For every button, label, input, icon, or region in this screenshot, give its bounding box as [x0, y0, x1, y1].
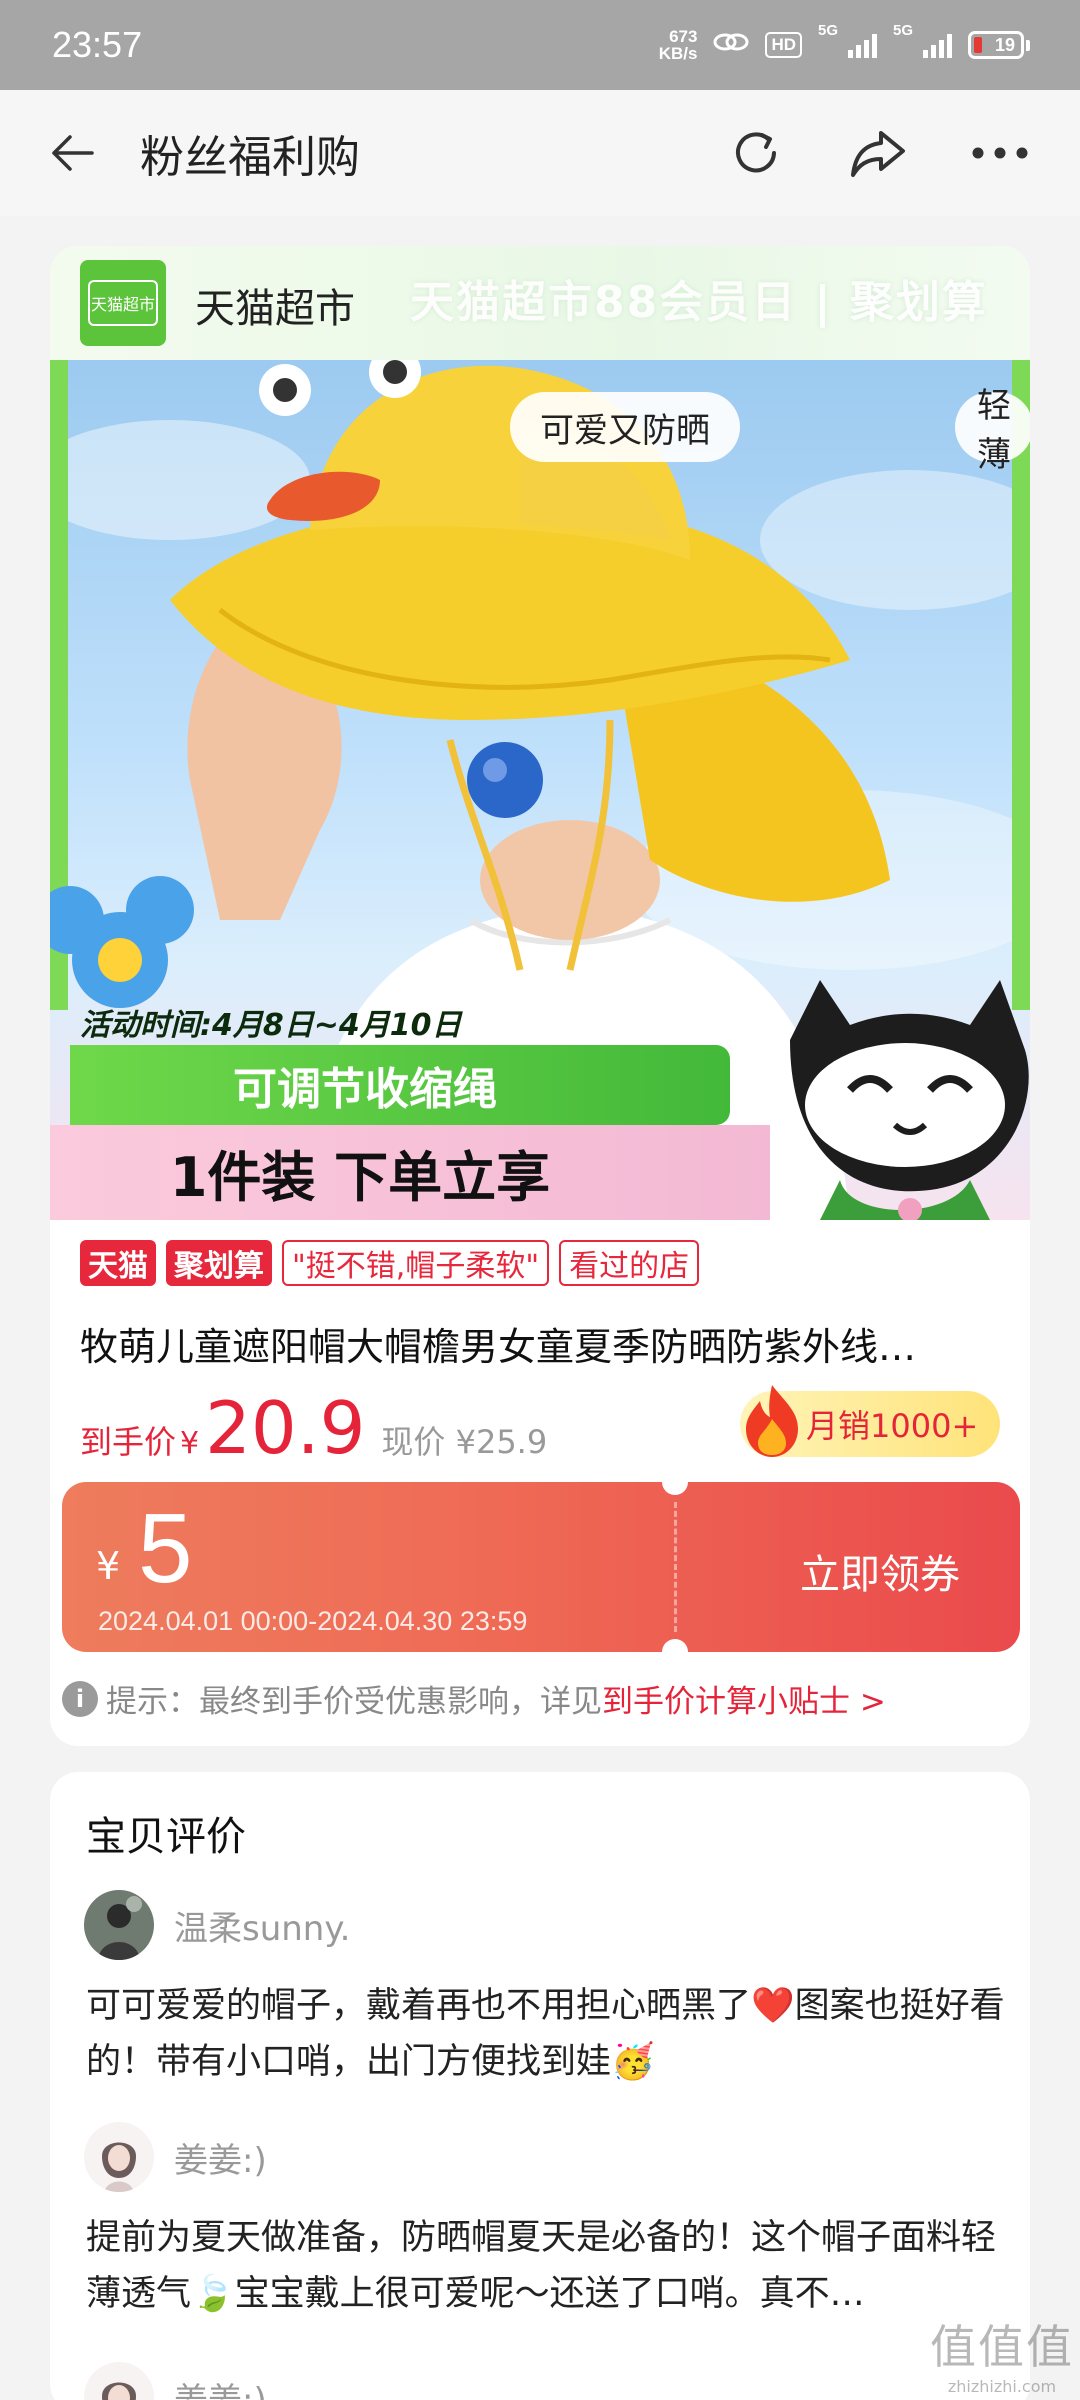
- avatar: [84, 1890, 154, 1960]
- share-icon[interactable]: [838, 113, 918, 193]
- battery-level: 19: [994, 34, 1015, 55]
- price-currency: ¥: [180, 1426, 200, 1461]
- refresh-icon[interactable]: [716, 113, 796, 193]
- store-header[interactable]: 天猫超市 天猫超市88会员日 | 聚划算 天猫超市: [50, 246, 1030, 360]
- avatar: [84, 2362, 154, 2400]
- review-text: 可可爱爱的帽子，戴着再也不用担心晒黑了❤️图案也挺好看的！带有小口哨，出门方便找…: [86, 1986, 1005, 2082]
- info-icon: i: [62, 1680, 98, 1717]
- tmall-badge: 天猫: [80, 1240, 156, 1286]
- status-time: 23:57: [52, 24, 143, 65]
- product-badges: 天猫 聚划算 "挺不错,帽子柔软" 看过的店: [80, 1240, 700, 1286]
- review-username: 姜姜:): [174, 2373, 267, 2400]
- review-quote-badge: "挺不错,帽子柔软": [282, 1240, 550, 1286]
- store-banner-text: 天猫超市88会员日 | 聚划算: [410, 277, 988, 328]
- product-title[interactable]: 牧萌儿童遮阳帽大帽檐男女童夏季防晒防紫外线…: [80, 1316, 916, 1371]
- watermark-logo-text: 值值值: [930, 2320, 1074, 2374]
- nav-bar: 粉丝福利购: [0, 90, 1080, 216]
- price-row: 到手价 ¥ 20.9 现价 ¥25.9: [80, 1386, 547, 1470]
- watermark-site: zhizhizhi.com: [947, 2377, 1057, 2396]
- watermark: 值值值 zhizhizhi.com: [930, 2311, 1074, 2396]
- review-user: 温柔sunny.: [84, 1890, 350, 1960]
- coupon-currency: ¥: [96, 1544, 121, 1588]
- status-icons: 673 KB/s HD 5G 5G 19: [659, 22, 1030, 62]
- juhuasuan-badge: 聚划算: [166, 1240, 272, 1286]
- more-icon[interactable]: [960, 113, 1040, 193]
- battery-icon: 19: [968, 31, 1030, 59]
- price-tips-link[interactable]: 到手价计算小贴士 >: [602, 1676, 886, 1721]
- product-card: 天猫超市 天猫超市88会员日 | 聚划算 天猫超市 可爱又防晒 轻薄 活动时间:…: [50, 246, 1030, 1746]
- tmall-supermarket-logo[interactable]: 天猫超市: [80, 260, 166, 346]
- monthly-sales-text: 月销1000+: [806, 1407, 979, 1445]
- visited-store-badge: 看过的店: [559, 1240, 700, 1286]
- store-logo-text: 天猫超市: [88, 280, 158, 326]
- current-price: 现价 ¥25.9: [381, 1423, 548, 1461]
- fire-icon: [740, 1383, 804, 1467]
- reviews-card[interactable]: 宝贝评价 温柔sunny. 可可爱爱的帽子，戴着再也不用担心晒黑了❤️图案也挺好…: [50, 1772, 1030, 2400]
- review-user: 姜姜:): [84, 2362, 267, 2400]
- monthly-sales-badge: 月销1000+: [740, 1385, 1000, 1457]
- status-bar: 23:57 673 KB/s HD 5G 5G 19: [0, 0, 1080, 90]
- signal-label: 5G: [818, 22, 839, 39]
- claim-coupon-button[interactable]: 立即领券: [800, 1542, 960, 1600]
- avatar: [84, 2122, 154, 2192]
- feature-tag: 轻薄: [955, 386, 1030, 475]
- network-speed-value: 673: [669, 27, 698, 46]
- final-price: 20.9: [205, 1386, 366, 1470]
- nav-actions: [716, 113, 1040, 193]
- network-speed-unit: KB/s: [658, 44, 698, 63]
- back-arrow-icon[interactable]: [32, 113, 112, 193]
- network-speed: 673 KB/s: [659, 28, 698, 62]
- product-image[interactable]: 可爱又防晒 轻薄 活动时间:4月8日~4月10日 可调节收缩绳 1件装 下单立享: [50, 360, 1030, 1220]
- coupon-amount: 5: [138, 1493, 193, 1603]
- feature-tag: 可爱又防晒: [510, 392, 740, 462]
- link-icon: [713, 30, 749, 61]
- page-title: 粉丝福利购: [140, 132, 360, 183]
- hd-voice-icon: HD: [765, 32, 802, 58]
- review-username: 温柔sunny.: [174, 1908, 351, 1949]
- price-label: 到手价: [80, 1423, 177, 1461]
- signal-strength-icon: 5G: [818, 22, 877, 58]
- review-user: 姜姜:): [84, 2122, 267, 2192]
- signal-strength-icon-2: 5G: [893, 22, 952, 58]
- promo-period: 活动时间:4月8日~4月10日: [80, 1008, 462, 1043]
- promo-band-offer: 1件装 下单立享: [50, 1125, 770, 1220]
- promo-band-feature: 可调节收缩绳: [70, 1045, 730, 1125]
- review-text: 提前为夏天做准备，防晒帽夏天是必备的！这个帽子面料轻薄透气🍃宝宝戴上很可爱呢～还…: [86, 2218, 997, 2314]
- coupon-card[interactable]: ¥ 5 2024.04.01 00:00-2024.04.30 23:59 立即…: [62, 1469, 1020, 1665]
- review-username: 姜姜:): [174, 2140, 267, 2181]
- reviews-title: 宝贝评价: [86, 1814, 246, 1860]
- store-name[interactable]: 天猫超市: [195, 276, 355, 334]
- coupon-validity: 2024.04.01 00:00-2024.04.30 23:59: [98, 1606, 528, 1636]
- price-tip: i 提示：最终到手价受优惠影响，详见 到手价计算小贴士 >: [62, 1676, 886, 1721]
- tip-text: 提示：最终到手价受优惠影响，详见: [106, 1684, 602, 1720]
- signal-label-2: 5G: [893, 22, 914, 39]
